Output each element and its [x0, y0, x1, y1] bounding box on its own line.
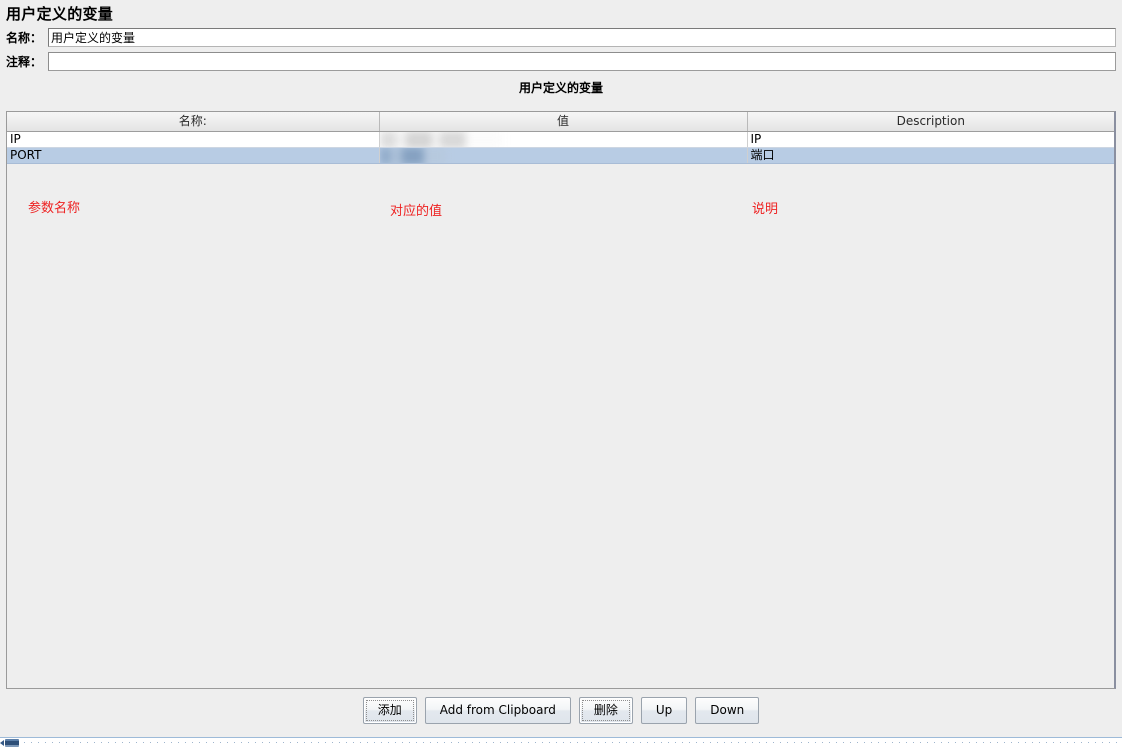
table-section-title: 用户定义的变量: [518, 81, 603, 95]
splitter-dots-icon: [0, 741, 1122, 744]
column-header-description[interactable]: Description: [747, 112, 1114, 132]
button-bar: 添加 Add from Clipboard 删除 Up Down: [0, 697, 1122, 735]
name-field-label: 名称：: [6, 31, 43, 45]
variables-table-panel[interactable]: 名称: 值 Description IP IP PORT 端口: [6, 111, 1116, 689]
splitter-collapse-arrow-icon[interactable]: [0, 740, 4, 746]
cell-value[interactable]: [379, 147, 748, 164]
cell-description[interactable]: IP: [747, 131, 1114, 148]
column-header-name[interactable]: 名称:: [7, 112, 380, 132]
name-field-row: 名称：: [6, 27, 1116, 48]
move-up-button[interactable]: Up: [640, 697, 688, 724]
redacted-value: [379, 131, 747, 146]
page-title: 用户定义的变量: [6, 5, 114, 23]
move-down-button[interactable]: Down: [695, 697, 760, 724]
name-input[interactable]: [48, 28, 1116, 47]
cell-name[interactable]: PORT: [7, 147, 380, 164]
table-row[interactable]: PORT 端口: [7, 147, 1114, 164]
blur-overlay-icon: [379, 131, 502, 146]
bottom-splitter[interactable]: [0, 737, 1122, 747]
cell-value[interactable]: [379, 131, 748, 148]
table-header-row: 名称: 值 Description: [7, 112, 1114, 132]
cell-name[interactable]: IP: [7, 131, 380, 148]
column-header-value[interactable]: 值: [379, 112, 748, 132]
cell-description[interactable]: 端口: [747, 147, 1114, 164]
add-from-clipboard-button[interactable]: Add from Clipboard: [424, 697, 571, 724]
comment-input[interactable]: [48, 52, 1116, 71]
comment-field-label: 注释：: [6, 55, 43, 69]
annotation-description: 说明: [752, 202, 779, 217]
table-row[interactable]: IP IP: [7, 131, 1114, 148]
delete-button[interactable]: 删除: [578, 697, 633, 724]
blur-overlay-icon: [379, 147, 446, 162]
annotation-parameter-value: 对应的值: [390, 204, 443, 219]
variables-table[interactable]: 名称: 值 Description IP IP PORT 端口: [7, 112, 1114, 164]
annotation-parameter-name: 参数名称: [28, 201, 81, 216]
add-button[interactable]: 添加: [362, 697, 417, 724]
comment-field-row: 注释：: [6, 51, 1116, 72]
splitter-grip-icon[interactable]: [5, 739, 19, 747]
redacted-value: [379, 147, 747, 162]
